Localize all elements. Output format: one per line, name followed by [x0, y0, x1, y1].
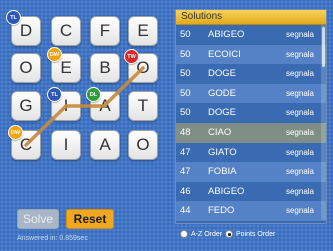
solution-report-link[interactable]: segnala	[286, 221, 314, 223]
tile-r2-c0[interactable]: G	[11, 91, 41, 121]
solution-report-link[interactable]: segnala	[286, 201, 314, 221]
solution-report-link[interactable]: segnala	[286, 25, 314, 45]
solution-points: 47	[180, 146, 191, 158]
solution-row[interactable]: 50 GODE segnala	[176, 83, 326, 104]
solution-report-link[interactable]: segnala	[286, 84, 314, 104]
bonus-badge-dl: DL	[86, 87, 101, 102]
sort-points-option[interactable]: Points Order	[225, 230, 275, 238]
solution-report-link[interactable]: segnala	[286, 45, 314, 65]
solution-word: ABIGEO	[208, 29, 245, 40]
tile-r2-c3[interactable]: T	[128, 91, 158, 121]
solve-button[interactable]: Solve	[17, 209, 59, 229]
solution-row[interactable]: 44 TOBIA segnala	[176, 220, 326, 223]
solutions-scroll-thumb[interactable]	[322, 27, 325, 67]
solution-report-link[interactable]: segnala	[286, 123, 314, 143]
solution-row[interactable]: 50 ECOICI segnala	[176, 44, 326, 65]
solution-points: 50	[180, 29, 191, 40]
solution-row[interactable]: 50 DOGE segnala	[176, 64, 326, 84]
bonus-badge-dw: DW	[8, 125, 23, 140]
solution-word: ABIGEO	[208, 185, 245, 197]
bonus-badge-dw: DW	[47, 47, 62, 62]
solution-report-link[interactable]: segnala	[286, 103, 314, 123]
solution-row[interactable]: 47 FOBIA segnala	[176, 162, 326, 182]
solution-points: 50	[180, 68, 191, 80]
solution-row[interactable]: 50 DOGE segnala	[176, 103, 326, 123]
solution-points: 48	[180, 126, 191, 138]
bonus-badge-tw: TW	[124, 49, 139, 64]
tile-r1-c2[interactable]: B	[90, 53, 120, 83]
solution-word: TOBIA	[208, 221, 236, 223]
solution-word: GODE	[208, 87, 236, 99]
reset-button[interactable]: Reset	[66, 209, 114, 229]
solution-word: CIAO	[208, 126, 232, 138]
tile-r1-c0[interactable]: O	[11, 53, 41, 83]
tile-r0-c1[interactable]: C	[51, 16, 81, 46]
solutions-title: Solutions	[176, 10, 326, 25]
solution-points: 46	[180, 185, 191, 197]
radio-points[interactable]	[225, 230, 233, 238]
solution-report-link[interactable]: segnala	[286, 64, 314, 84]
solution-report-link[interactable]: segnala	[286, 182, 314, 202]
solution-points: 44	[180, 221, 191, 223]
sort-az-option[interactable]: A-Z Order	[180, 230, 222, 238]
solution-row[interactable]: 46 ABIGEO segnala	[176, 181, 326, 202]
solution-word: DOGE	[208, 68, 236, 80]
sort-az-label: A-Z Order	[191, 230, 223, 238]
solution-report-link[interactable]: segnala	[286, 143, 314, 163]
solution-points: 50	[180, 107, 191, 119]
bonus-badge-tl: TL	[6, 10, 21, 25]
sort-points-label: Points Order	[236, 230, 276, 238]
solution-row[interactable]: 44 FEDO segnala	[176, 201, 326, 221]
solution-word: FEDO	[208, 205, 235, 217]
tile-r0-c2[interactable]: F	[90, 16, 120, 46]
tile-r3-c1[interactable]: I	[51, 130, 81, 160]
solution-row[interactable]: 48 CIAO segnala	[176, 122, 326, 143]
solution-report-link[interactable]: segnala	[286, 162, 314, 182]
letter-board: D C F E O E B O G I A T C I A O TL DW TW…	[0, 0, 175, 200]
radio-az[interactable]	[180, 230, 188, 238]
tile-r3-c2[interactable]: A	[90, 130, 120, 160]
solution-word: ECOICI	[208, 48, 241, 60]
tile-r0-c3[interactable]: E	[128, 16, 158, 46]
solution-points: 47	[180, 166, 191, 178]
solutions-panel: Solutions 50 ABIGEO segnala 50 ECOICI segnala…	[175, 9, 327, 224]
tile-r3-c3[interactable]: O	[128, 130, 158, 160]
solution-points: 44	[180, 205, 191, 217]
bonus-badge-tl: TL	[47, 87, 62, 102]
solution-row[interactable]: 47 GIATO segnala	[176, 142, 326, 163]
solution-word: DOGE	[208, 107, 236, 119]
solution-points: 50	[180, 48, 191, 60]
answer-time-text: Answered in: 0.859sec	[17, 235, 88, 242]
solutions-list: 50 ABIGEO segnala 50 ECOICI segnala 50 DOGE segn…	[176, 25, 326, 223]
solution-word: FOBIA	[208, 166, 237, 178]
solution-points: 50	[180, 87, 191, 99]
solution-word: GIATO	[208, 146, 237, 158]
solution-row[interactable]: 50 ABIGEO segnala	[176, 25, 326, 45]
